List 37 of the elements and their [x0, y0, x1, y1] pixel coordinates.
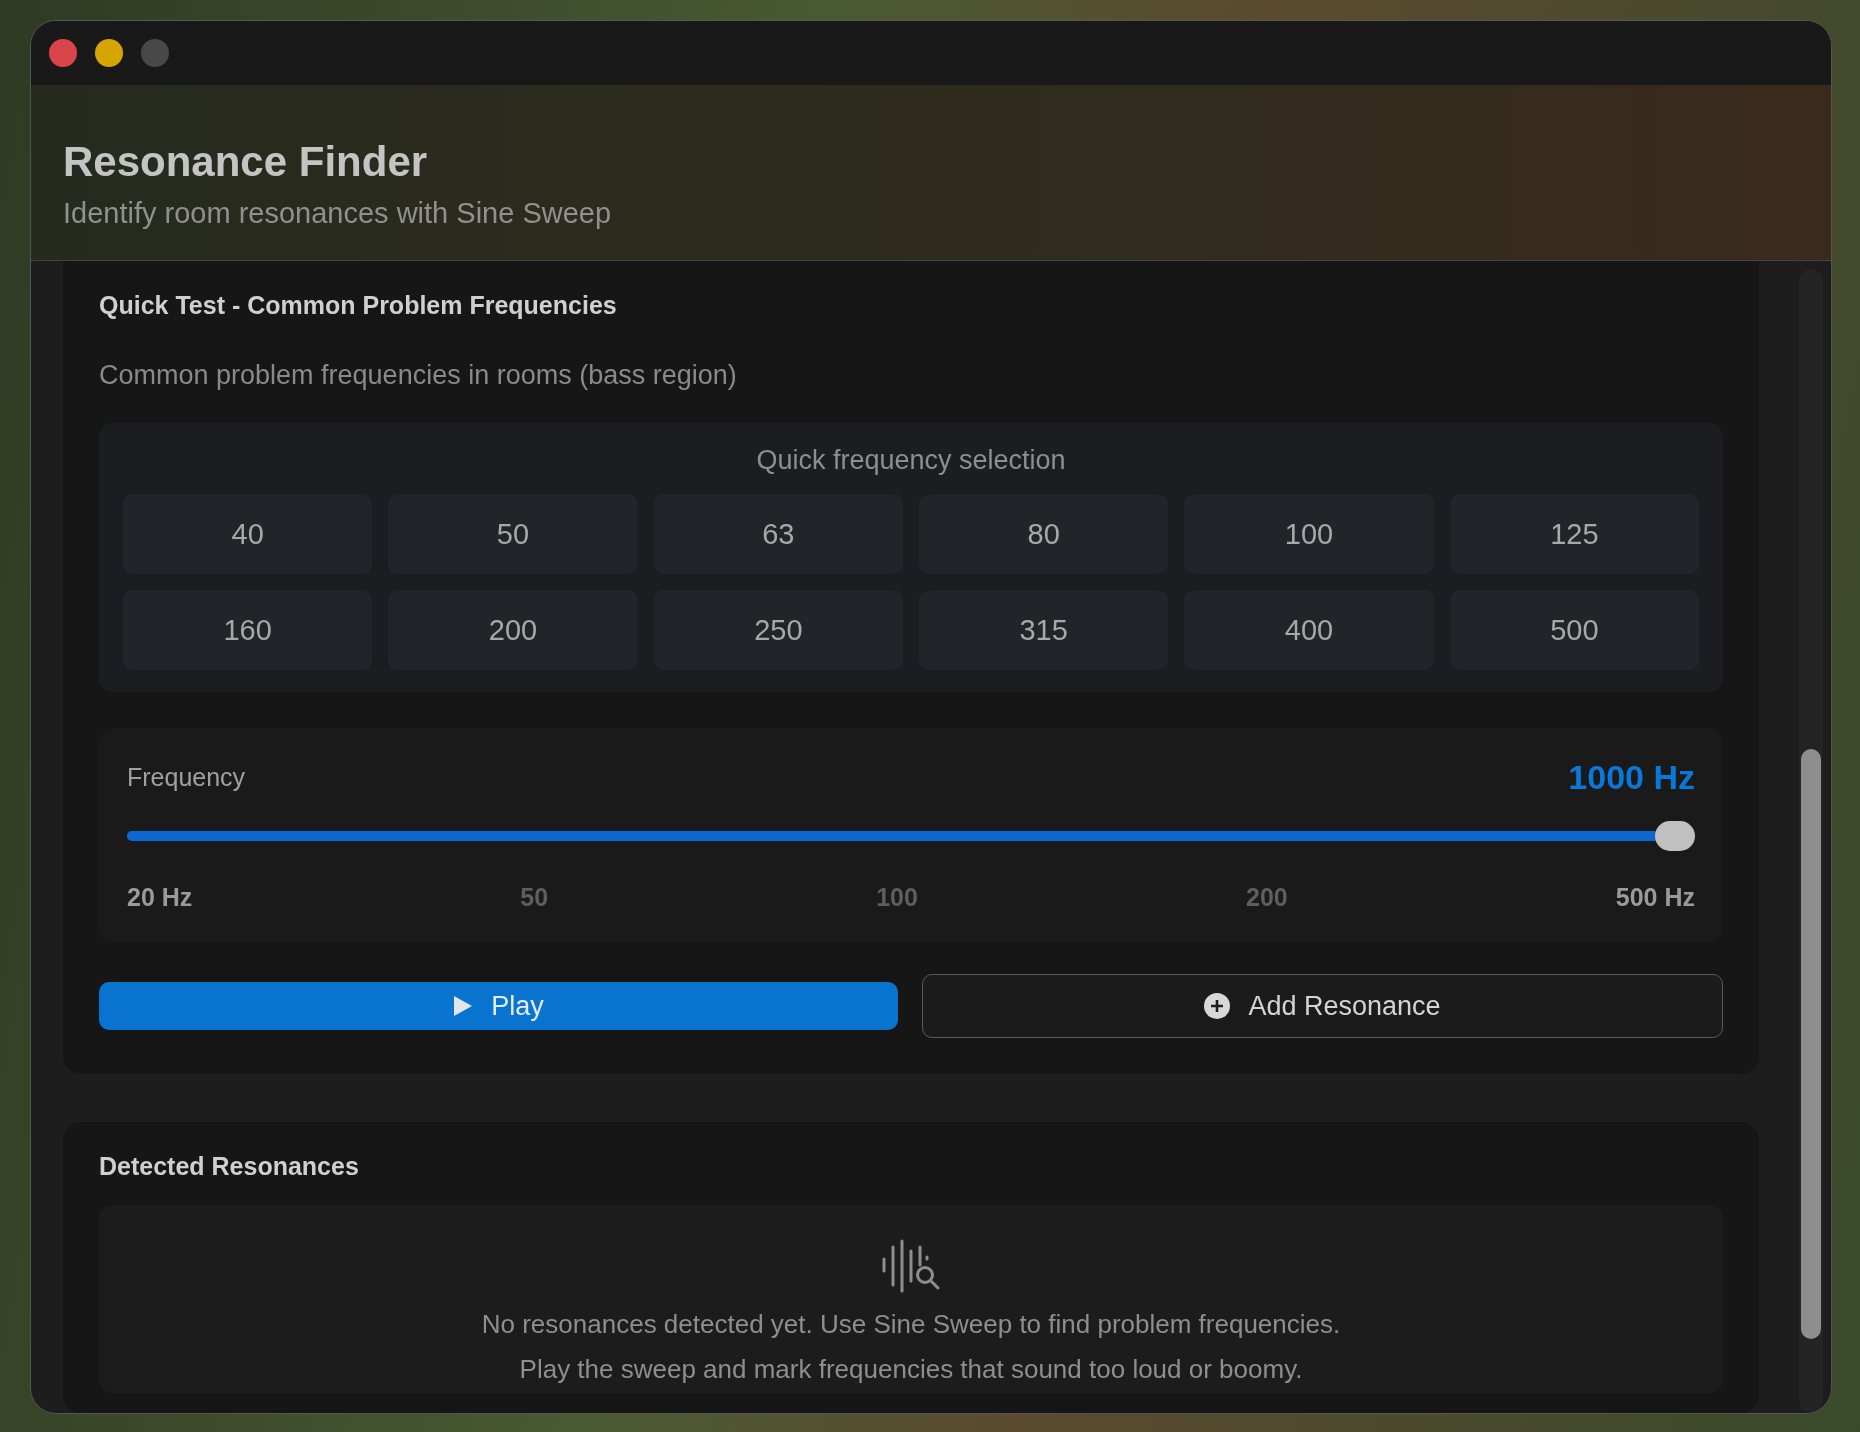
plus-circle-icon — [1204, 993, 1231, 1019]
frequency-button[interactable]: 40 — [123, 494, 373, 574]
minimize-button[interactable] — [95, 39, 123, 67]
frequency-button[interactable]: 200 — [388, 590, 638, 670]
tick-label: 100 — [876, 883, 918, 912]
frequency-reading: 1000 Hz — [1568, 758, 1695, 797]
frequency-slider[interactable] — [127, 821, 1695, 851]
frequency-button[interactable]: 50 — [388, 494, 638, 574]
frequency-button[interactable]: 500 — [1449, 590, 1699, 670]
tick-label: 20 Hz — [127, 883, 193, 912]
frequency-button[interactable]: 80 — [919, 494, 1169, 574]
app-subtitle: Identify room resonances with Sine Sweep — [63, 197, 613, 231]
card-title: Quick Test - Common Problem Frequencies — [99, 291, 618, 320]
slider-thumb[interactable] — [1655, 821, 1695, 851]
frequency-button[interactable]: 63 — [653, 494, 903, 574]
frequency-button[interactable]: 125 — [1449, 494, 1699, 574]
frequency-button[interactable]: 315 — [919, 590, 1169, 670]
frequency-button[interactable]: 160 — [123, 590, 373, 670]
empty-state-text: No resonances detected yet. Use Sine Sweep to find problem frequencies. — [481, 1309, 1341, 1340]
frequency-button[interactable]: 100 — [1184, 494, 1434, 574]
frequency-label: Frequency — [127, 763, 246, 792]
scrollbar-thumb[interactable] — [1801, 749, 1821, 1339]
frequency-button[interactable]: 400 — [1184, 590, 1434, 670]
add-resonance-button[interactable]: Add Resonance — [922, 974, 1723, 1038]
close-button[interactable] — [49, 39, 77, 67]
play-icon — [453, 995, 474, 1017]
tick-label: 500 Hz — [1615, 883, 1695, 912]
card-description: Common problem frequencies in rooms (bass region) — [99, 360, 738, 391]
play-button[interactable]: Play — [99, 982, 898, 1030]
waveform-search-icon — [881, 1239, 941, 1295]
card-title: Detected Resonances — [99, 1152, 360, 1181]
app-title: Resonance Finder — [63, 139, 429, 186]
tick-label: 200 — [1246, 883, 1288, 912]
empty-state-text: Play the sweep and mark frequencies that sound too loud or boomy. — [519, 1354, 1303, 1385]
panel-label: Quick frequency selection — [755, 445, 1067, 476]
frequency-button[interactable]: 250 — [653, 590, 903, 670]
tick-label: 50 — [520, 883, 549, 912]
